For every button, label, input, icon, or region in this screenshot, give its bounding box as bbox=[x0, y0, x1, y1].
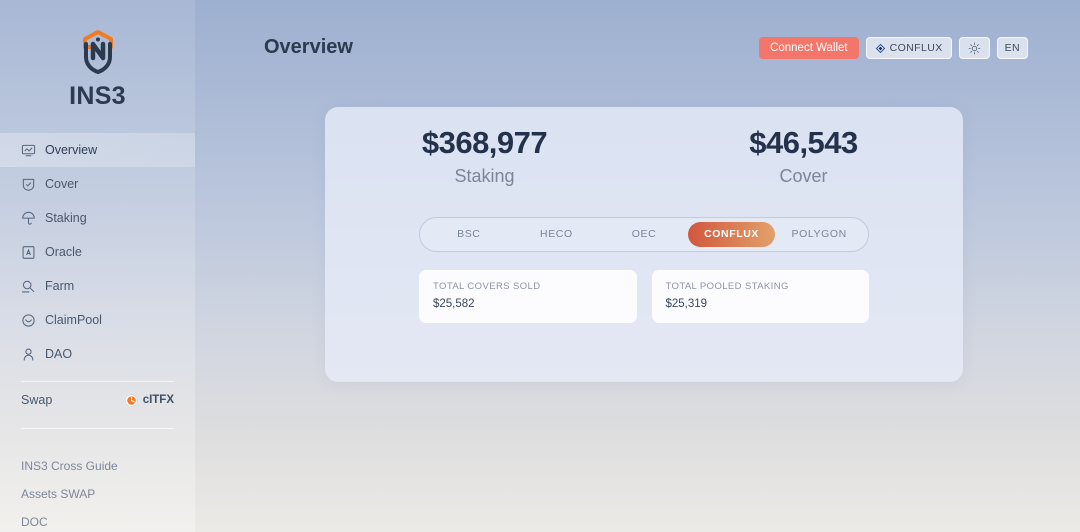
totals-row: $368,977 Staking $46,543 Cover bbox=[325, 107, 963, 187]
smiley-circle-icon bbox=[21, 313, 36, 328]
sidebar-item-label: ClaimPool bbox=[45, 313, 102, 327]
stat-value: $25,319 bbox=[665, 298, 708, 310]
sidebar-item-overview[interactable]: Overview bbox=[0, 133, 195, 167]
sidebar-bottom-links: INS3 Cross Guide Assets SWAP DOC bbox=[0, 459, 195, 529]
sun-icon bbox=[968, 42, 981, 55]
total-label: Cover bbox=[779, 166, 828, 186]
umbrella-icon bbox=[21, 211, 36, 226]
sidebar-item-label: Oracle bbox=[45, 245, 82, 259]
sidebar-item-dao[interactable]: DAO bbox=[0, 337, 195, 371]
person-icon bbox=[21, 347, 36, 362]
link-assets-swap[interactable]: Assets SWAP bbox=[21, 487, 195, 501]
sidebar-item-cover[interactable]: Cover bbox=[0, 167, 195, 201]
brand: INS3 bbox=[0, 0, 195, 111]
sidebar-divider-bottom bbox=[21, 428, 174, 429]
stat-total-covers-sold: TOTAL COVERS SOLD $25,582 bbox=[419, 270, 637, 323]
stat-value: $25,582 bbox=[433, 298, 475, 310]
tab-heco[interactable]: HECO bbox=[513, 222, 601, 247]
tab-oec[interactable]: OEC bbox=[600, 222, 688, 247]
language-selector-button[interactable]: EN bbox=[996, 37, 1028, 59]
stat-boxes: TOTAL COVERS SOLD $25,582 TOTAL POOLED S… bbox=[419, 270, 869, 323]
sidebar-item-claimpool[interactable]: ClaimPool bbox=[0, 303, 195, 337]
sidebar-item-oracle[interactable]: Oracle bbox=[0, 235, 195, 269]
total-label: Staking bbox=[454, 166, 515, 186]
shield-check-icon bbox=[21, 177, 36, 192]
total-amount: $368,977 bbox=[421, 125, 548, 160]
conflux-diamond-icon bbox=[875, 43, 886, 54]
swap-token-label: cITFX bbox=[142, 394, 174, 406]
swap-label: Swap bbox=[21, 393, 53, 407]
header-actions: Connect Wallet CONFLUX EN bbox=[759, 37, 1028, 59]
stat-title: TOTAL COVERS SOLD bbox=[433, 281, 541, 292]
token-circle-icon bbox=[124, 393, 138, 407]
sidebar-item-staking[interactable]: Staking bbox=[0, 201, 195, 235]
total-cover: $46,543 Cover bbox=[644, 125, 963, 187]
theme-toggle-button[interactable] bbox=[958, 37, 990, 59]
brand-name: INS3 bbox=[69, 82, 126, 110]
sidebar-item-label: DAO bbox=[45, 347, 73, 361]
tab-conflux[interactable]: CONFLUX bbox=[687, 222, 776, 247]
header: Overview Connect Wallet CONFLUX EN bbox=[195, 0, 1080, 96]
network-tabs: BSC HECO OEC CONFLUX POLYGON bbox=[419, 217, 869, 252]
stat-title: TOTAL POOLED STAKING bbox=[665, 281, 789, 292]
swap-token[interactable]: cITFX bbox=[124, 393, 174, 407]
chart-monitor-icon bbox=[21, 143, 36, 158]
sidebar-item-label: Overview bbox=[45, 143, 98, 157]
sidebar-item-label: Staking bbox=[45, 211, 87, 225]
swap-row[interactable]: Swap cITFX bbox=[0, 382, 195, 418]
total-amount: $46,543 bbox=[749, 125, 858, 160]
page-title: Overview bbox=[264, 36, 353, 58]
sidebar-item-label: Cover bbox=[45, 177, 79, 191]
magnifier-icon bbox=[21, 279, 36, 294]
language-label: EN bbox=[1004, 42, 1020, 54]
stat-total-pooled-staking: TOTAL POOLED STAKING $25,319 bbox=[651, 270, 869, 323]
overview-card: $368,977 Staking $46,543 Cover BSC HECO … bbox=[325, 107, 963, 382]
sidebar-item-label: Farm bbox=[45, 279, 75, 293]
network-label: CONFLUX bbox=[889, 42, 943, 54]
tab-polygon[interactable]: POLYGON bbox=[775, 222, 863, 247]
link-doc[interactable]: DOC bbox=[21, 515, 195, 529]
sidebar-item-farm[interactable]: Farm bbox=[0, 269, 195, 303]
tab-bsc[interactable]: BSC bbox=[425, 222, 513, 247]
total-staking: $368,977 Staking bbox=[325, 125, 644, 187]
shield-logo-icon bbox=[72, 26, 124, 78]
sidebar: INS3 Overview Cover Staking Oracle Farm … bbox=[0, 0, 195, 532]
id-card-icon bbox=[21, 245, 36, 260]
network-selector-button[interactable]: CONFLUX bbox=[865, 37, 952, 59]
link-ins3-cross-guide[interactable]: INS3 Cross Guide bbox=[21, 459, 195, 473]
sidebar-nav: Overview Cover Staking Oracle Farm Claim… bbox=[0, 133, 195, 371]
connect-wallet-button[interactable]: Connect Wallet bbox=[759, 37, 859, 59]
